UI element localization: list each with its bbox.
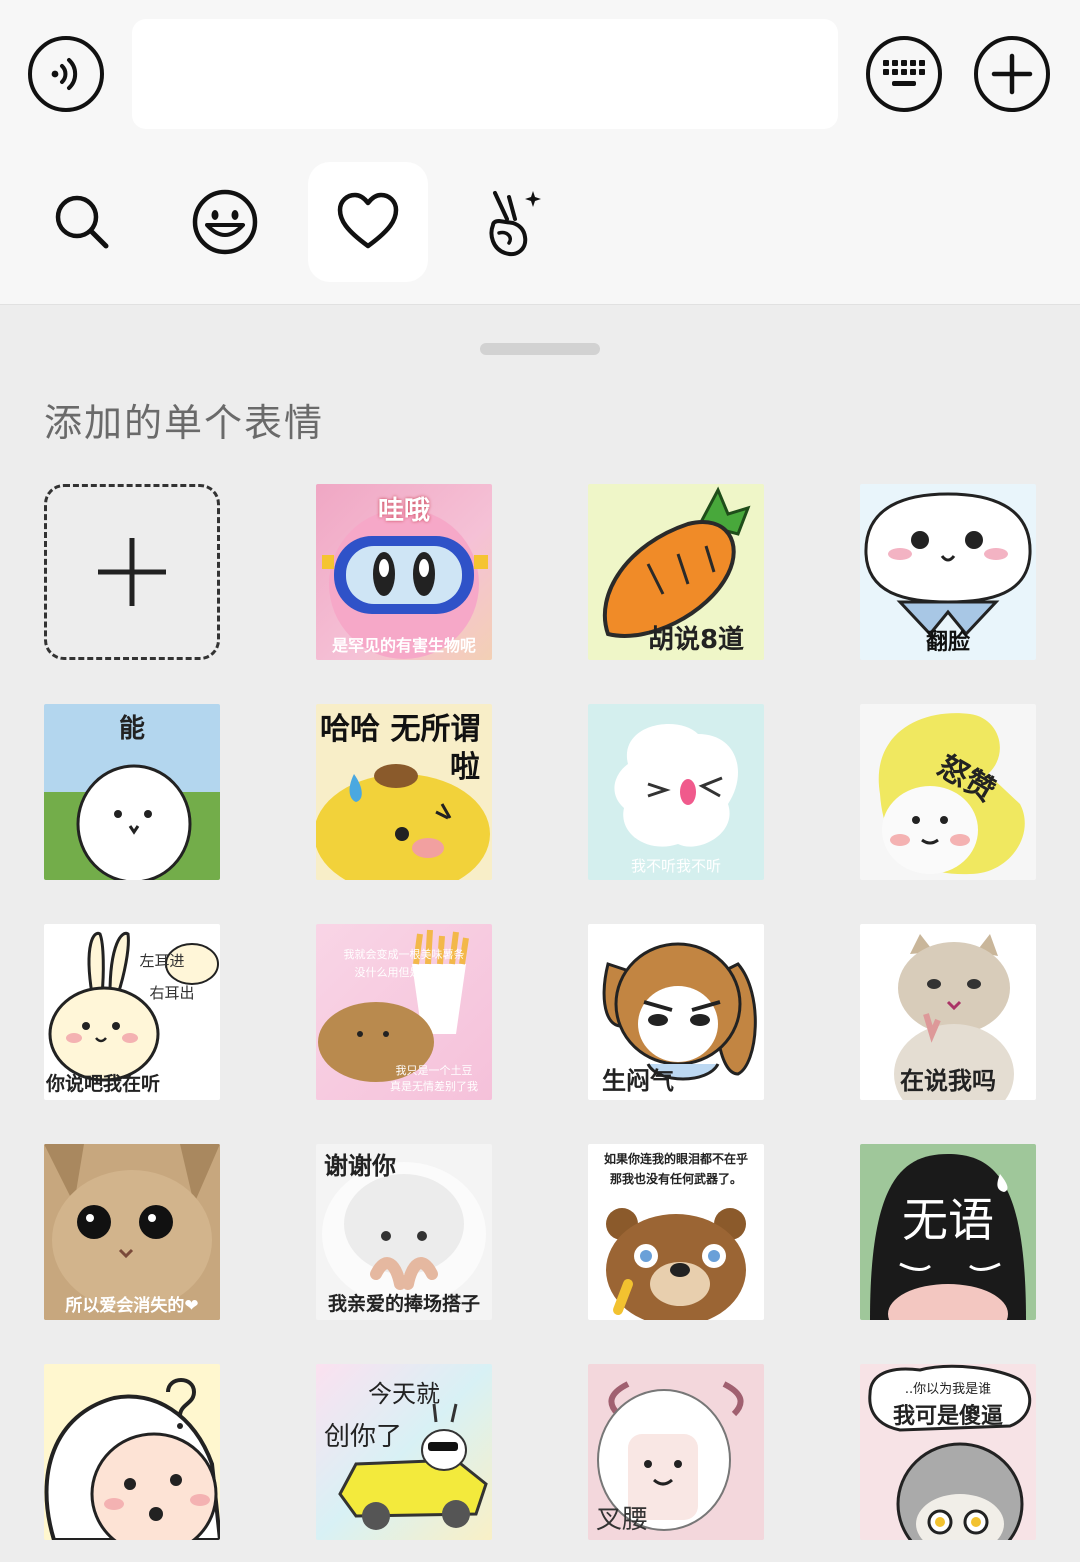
sticker-who-am-i[interactable]: ..你以为我是谁 我可是傻逼 xyxy=(860,1364,1036,1540)
sticker-thanks[interactable]: 谢谢你 我亲爱的捧场搭子 xyxy=(316,1144,492,1320)
sticker-caption: 今天就 xyxy=(368,1380,440,1408)
sticker-sulking[interactable]: 生闷气 xyxy=(588,924,764,1100)
sticker-grid: 哇哦 是罕见的有害生物呢 胡说8道 翻脸 能 哈哈 无所谓 啦 我不听我不听 怒… xyxy=(44,484,1036,1540)
sticker-caption: 如果你连我的眼泪都不在乎 xyxy=(603,1152,748,1166)
plus-icon xyxy=(991,53,1033,95)
sticker-caption: 哇哦 xyxy=(377,496,430,526)
sticker-caption: 创你了 xyxy=(324,1422,403,1452)
keyboard-button[interactable] xyxy=(866,36,942,112)
sticker-caption: 叉腰 xyxy=(596,1505,649,1535)
sticker-caption: 我不听我不听 xyxy=(630,857,721,875)
sticker-caption: 谢谢你 xyxy=(324,1152,396,1180)
sticker-caption: 在说我吗 xyxy=(900,1067,996,1095)
sticker-not-listening-art xyxy=(614,724,738,847)
sticker-run-you-over[interactable]: 今天就 创你了 xyxy=(316,1364,492,1540)
tab-search[interactable] xyxy=(22,162,142,282)
sticker-caption: 我就会变成一根美味薯条 xyxy=(343,948,465,961)
search-icon xyxy=(55,195,109,249)
add-sticker-button[interactable] xyxy=(44,484,220,660)
sticker-caption: 我只是一个土豆 xyxy=(395,1064,473,1077)
sticker-caption: 生闷气 xyxy=(602,1067,674,1095)
sticker-caption: 我亲爱的捧场搭子 xyxy=(327,1293,480,1315)
tab-gesture[interactable] xyxy=(452,162,572,282)
more-button[interactable] xyxy=(974,36,1050,112)
voice-button[interactable] xyxy=(28,36,104,112)
sticker-caption: 是罕见的有害生物呢 xyxy=(331,636,476,655)
sticker-caption: 胡说8道 xyxy=(647,625,745,655)
sticker-can[interactable]: 能 xyxy=(44,704,220,880)
sticker-caption: 真是无情差别了我 xyxy=(390,1080,478,1093)
sticker-speechless[interactable]: 无语 xyxy=(860,1144,1036,1320)
sticker-caption: 左耳进 xyxy=(139,952,185,970)
sticker-caption: 没什么用但是脆脆的 xyxy=(354,966,454,979)
sticker-confused-sheep[interactable] xyxy=(44,1364,220,1540)
sticker-caption: ..你以为我是谁 xyxy=(904,1382,992,1397)
sticker-caption: 你说吧我在听 xyxy=(46,1073,161,1095)
sticker-caption: 无语 xyxy=(902,1193,994,1247)
sticker-caption: 啦 xyxy=(450,750,480,785)
sticker-thumbs-up[interactable]: 怒赞 xyxy=(860,704,1036,880)
sticker-love-disappears[interactable]: 所以爱会消失的❤ xyxy=(44,1144,220,1320)
sticker-caption: 能 xyxy=(118,714,145,744)
sheet-grabber[interactable] xyxy=(480,343,600,355)
heart-icon xyxy=(337,192,399,249)
sticker-listening[interactable]: 左耳进 右耳出 你说吧我在听 xyxy=(44,924,220,1100)
sticker-caption: 右耳出 xyxy=(149,984,195,1002)
sticker-caption: 那我也没有任何武器了。 xyxy=(609,1172,742,1186)
voice-icon xyxy=(51,58,78,90)
input-toolbar xyxy=(0,0,1080,305)
sticker-flip-face[interactable]: 翻脸 xyxy=(860,484,1036,660)
plus-icon xyxy=(98,538,166,606)
sticker-hands-on-hips[interactable]: 叉腰 xyxy=(588,1364,764,1540)
sticker-carrot[interactable]: 胡说8道 xyxy=(588,484,764,660)
sticker-kirby[interactable]: 哇哦 是罕见的有害生物呢 xyxy=(316,484,492,660)
tab-favorites[interactable] xyxy=(308,162,428,282)
keyboard-icon xyxy=(883,60,925,86)
sticker-tears-weapon[interactable]: 如果你连我的眼泪都不在乎 那我也没有任何武器了。 xyxy=(588,1144,764,1320)
victory-hand-icon xyxy=(489,191,541,256)
smiley-icon xyxy=(192,189,258,255)
sticker-not-listening[interactable]: 我不听我不听 xyxy=(588,704,764,880)
sticker-caption: 所以爱会消失的❤ xyxy=(65,1296,199,1316)
sticker-caption: 我可是傻逼 xyxy=(892,1404,1003,1429)
tab-emoji[interactable] xyxy=(165,162,285,282)
section-title: 添加的单个表情 xyxy=(44,401,325,445)
sticker-caption: 翻脸 xyxy=(925,630,970,655)
sticker-talking-about-me[interactable]: 在说我吗 xyxy=(860,924,1036,1100)
sticker-whatever[interactable]: 哈哈 无所谓 啦 xyxy=(316,704,492,880)
sticker-confused-sheep-art xyxy=(44,1378,220,1540)
message-input[interactable] xyxy=(132,19,838,129)
sticker-potato[interactable]: 我就会变成一根美味薯条 没什么用但是脆脆的 我只是一个土豆 真是无情差别了我 xyxy=(316,924,492,1100)
